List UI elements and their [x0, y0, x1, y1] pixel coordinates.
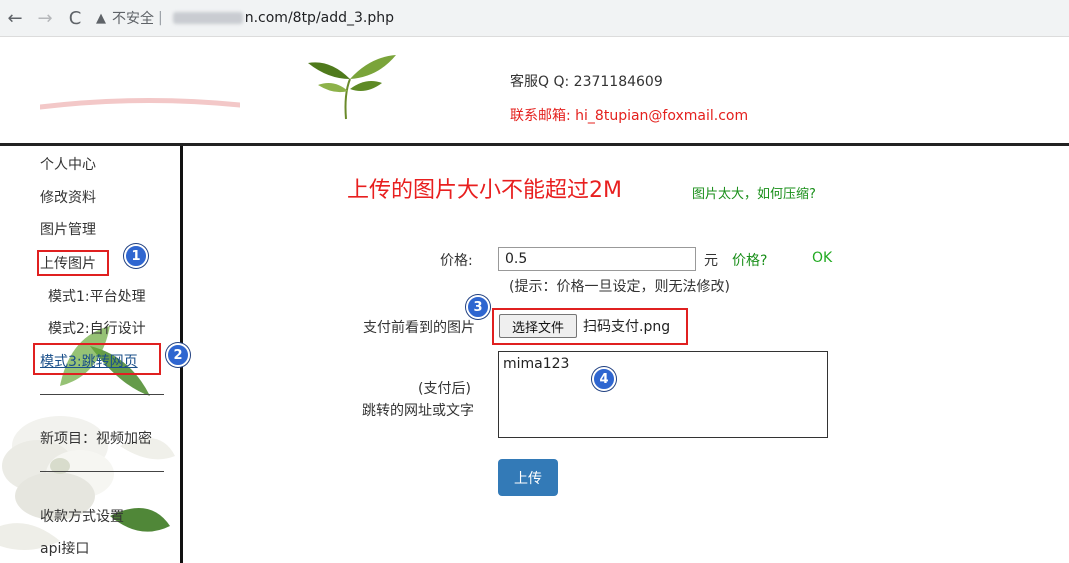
tea-leaf-logo-icon [308, 55, 396, 120]
annotation-badge-2: 2 [166, 343, 190, 367]
email-label: 联系邮箱: [510, 108, 571, 124]
sidebar-item-personal-center[interactable]: 个人中心 [40, 154, 96, 174]
price-help-link[interactable]: 价格? [732, 250, 767, 270]
sidebar-item-mode-1[interactable]: 模式1:平台处理 [48, 286, 146, 306]
qq-value: 2371184609 [573, 74, 663, 90]
compress-help-link[interactable]: 图片太大，如何压缩? [692, 183, 816, 202]
sidebar-item-api[interactable]: api接口 [40, 538, 89, 558]
back-arrow-icon[interactable]: ← [0, 3, 30, 33]
warning-triangle-icon: ▲ [96, 10, 106, 26]
sidebar-item-edit-profile[interactable]: 修改资料 [40, 187, 96, 207]
price-unit: 元 [704, 253, 718, 269]
price-ok-status: OK [812, 250, 833, 266]
address-url: n.com/8tp/add_3.php [244, 10, 395, 26]
choose-file-button[interactable]: 选择文件 [499, 314, 577, 338]
qq-label: 客服Q Q: [510, 74, 570, 90]
address-separator: | [158, 10, 163, 26]
annotation-badge-4: 4 [592, 367, 616, 391]
sidebar-item-mode-2[interactable]: 模式2:自行设计 [48, 318, 146, 338]
security-label: 不安全 [112, 11, 154, 27]
after-payment-label-line-1: (支付后) [418, 381, 471, 397]
highlight-mode-3 [33, 343, 161, 375]
redirect-url-textarea[interactable]: mima123 [498, 351, 828, 438]
browser-toolbar: ← → C ▲ 不安全 | n.com/8tp/add_3.php [0, 0, 1069, 37]
highlight-upload-image [37, 250, 109, 276]
sidebar-item-image-management[interactable]: 图片管理 [40, 219, 96, 239]
price-label: 价格: [440, 253, 473, 269]
reload-icon[interactable]: C [60, 3, 90, 33]
sidebar-item-payment-settings[interactable]: 收款方式设置 [40, 506, 124, 526]
pre-payment-image-label: 支付前看到的图片 [363, 320, 475, 336]
after-payment-label-line-2: 跳转的网址或文字 [362, 403, 474, 419]
address-bar[interactable]: ▲ 不安全 | n.com/8tp/add_3.php [96, 8, 394, 28]
annotation-badge-1: 1 [124, 244, 148, 268]
customer-service-qq: 客服Q Q: 2371184609 [510, 71, 663, 91]
sidebar-item-video-encryption[interactable]: 新项目：视频加密 [40, 428, 152, 448]
logo-swoosh-icon [40, 97, 240, 110]
email-value: hi_8tupian@foxmail.com [575, 108, 749, 124]
forward-arrow-icon[interactable]: → [30, 3, 60, 33]
blurred-domain [172, 12, 243, 24]
contact-email: 联系邮箱: hi_8tupian@foxmail.com [510, 105, 748, 125]
price-input[interactable] [498, 247, 696, 271]
annotation-badge-3: 3 [466, 295, 490, 319]
site-header: 客服Q Q: 2371184609 联系邮箱: hi_8tupian@foxma… [0, 37, 1069, 144]
upload-button[interactable]: 上传 [498, 459, 558, 496]
selected-file-name: 扫码支付.png [583, 319, 671, 335]
sidebar-rule [40, 471, 164, 472]
upload-size-warning: 上传的图片大小不能超过2M [347, 178, 622, 203]
sidebar-rule [40, 394, 164, 395]
price-hint: (提示：价格一旦设定，则无法修改) [509, 279, 730, 295]
